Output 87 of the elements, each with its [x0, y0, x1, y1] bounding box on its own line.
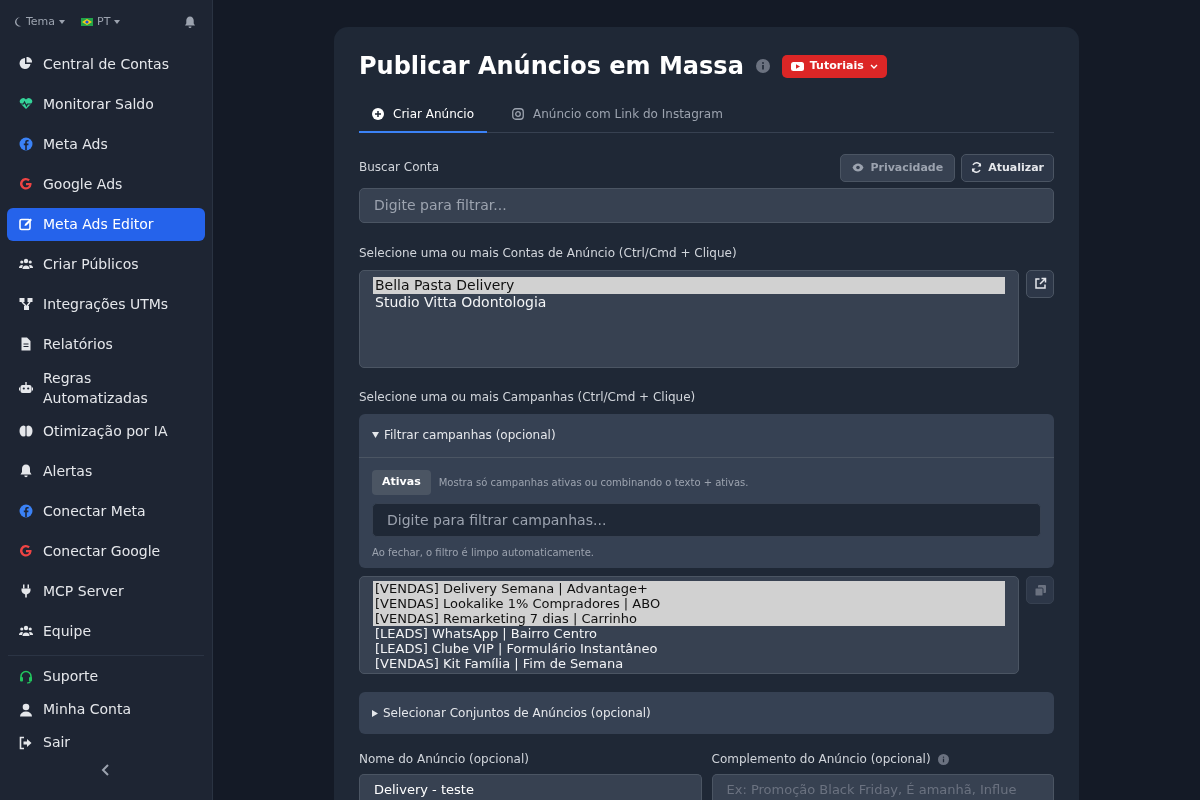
- copy-icon: [1033, 583, 1047, 597]
- user-icon: [19, 702, 33, 717]
- list-option[interactable]: Studio Vitta Odontologia: [373, 293, 1005, 311]
- tutorials-button[interactable]: Tutoriais: [781, 54, 887, 78]
- sidebar-item[interactable]: Sair: [7, 726, 205, 759]
- copy-button[interactable]: [1026, 576, 1054, 605]
- privacy-button[interactable]: Privacidade: [840, 153, 956, 182]
- active-filter-button[interactable]: Ativas: [372, 469, 431, 495]
- field-label: Buscar Conta: [359, 158, 440, 176]
- caret-icon: [59, 20, 66, 24]
- field-label: Selecione uma ou mais Campanhas (Ctrl/Cmd + Clique): [359, 388, 697, 406]
- theme-dropdown[interactable]: Tema: [14, 13, 66, 31]
- language-dropdown[interactable]: PT: [81, 13, 121, 31]
- chevron-down-icon: [869, 63, 878, 69]
- instagram-icon: [512, 108, 525, 120]
- field-label: Nome do Anúncio (opcional): [359, 751, 530, 768]
- edit-icon: [19, 217, 33, 231]
- hint-text: Ao fechar, o filtro é limpo automaticamente.: [372, 545, 595, 560]
- sidebar-item[interactable]: Minha Conta: [7, 693, 205, 726]
- sidebar-item[interactable]: Alertas: [7, 454, 205, 488]
- sidebar-item[interactable]: Relatórios: [7, 327, 205, 361]
- brazil-flag-icon: [81, 18, 94, 26]
- campaign-filter-field[interactable]: Digite para filtrar campanhas...: [372, 502, 1041, 537]
- triangle-down-icon: [372, 432, 379, 439]
- list-option[interactable]: [VENDAS] Lookalike 1% Compradores | ABO: [373, 596, 1005, 612]
- field-label: Selecione uma ou mais Contas de Anúncio (Ctrl/Cmd + Clique): [359, 244, 738, 262]
- sidebar-item[interactable]: Regras Automatizadas: [7, 367, 205, 408]
- sidebar-item[interactable]: MCP Server: [7, 574, 205, 608]
- list-option[interactable]: [LEADS] Clube VIP | Formulário Instantâneo: [373, 641, 1005, 657]
- triangle-right-icon: [372, 709, 378, 717]
- adsets-panel[interactable]: Selecionar Conjuntos de Anúncios (opcional): [359, 692, 1054, 734]
- facebook-icon: [19, 504, 33, 518]
- info-icon[interactable]: [755, 59, 770, 73]
- info-icon[interactable]: [937, 753, 949, 765]
- sidebar-item[interactable]: Meta Ads: [7, 127, 205, 161]
- pie-chart-icon: [19, 57, 33, 71]
- list-option[interactable]: [VENDAS] Delivery Semana | Advantage+: [373, 581, 1005, 597]
- field-label: Complemento do Anúncio (opcional): [711, 751, 931, 768]
- headset-icon: [19, 669, 33, 684]
- filter-panel-header[interactable]: Filtrar campanhas (opcional): [359, 413, 1054, 457]
- plus-circle-icon: [372, 108, 384, 120]
- sidebar-item[interactable]: Suporte: [7, 660, 205, 693]
- users-icon: [19, 257, 33, 271]
- video-play-icon: [790, 61, 804, 71]
- list-option[interactable]: [VENDAS] Kit Família | Fim de Semana: [373, 656, 1005, 672]
- notification-bell-icon[interactable]: [184, 15, 196, 29]
- sidebar-item[interactable]: Monitorar Saldo: [7, 87, 205, 121]
- tab[interactable]: Anúncio com Link do Instagram: [499, 97, 736, 133]
- caret-icon: [114, 20, 121, 24]
- sidebar-item[interactable]: Otimização por IA: [7, 414, 205, 448]
- google-g-icon: [19, 177, 33, 191]
- refresh-button[interactable]: Atualizar: [961, 153, 1054, 182]
- sidebar-item[interactable]: Integrações UTMs: [7, 287, 205, 321]
- sidebar-item[interactable]: Criar Públicos: [7, 247, 205, 281]
- page-title: Publicar Anúncios em Massa: [359, 51, 744, 82]
- account-search-field[interactable]: Digite para filtrar...: [359, 187, 1054, 223]
- google-g-icon: [19, 544, 33, 558]
- sidebar-item[interactable]: Google Ads: [7, 167, 205, 201]
- eye-icon: [852, 163, 865, 173]
- users-icon: [19, 624, 33, 638]
- sidebar-item[interactable]: Conectar Meta: [7, 494, 205, 528]
- network-icon: [19, 297, 33, 311]
- facebook-icon: [19, 137, 33, 151]
- brain-icon: [19, 424, 33, 438]
- ad-name-field[interactable]: Delivery - teste: [359, 774, 702, 800]
- robot-icon: [19, 380, 33, 395]
- account-listbox[interactable]: Bella Pasta Delivery Studio Vitta Odontologia: [359, 269, 1019, 368]
- open-external-button[interactable]: [1026, 269, 1054, 298]
- external-link-icon: [1033, 277, 1047, 291]
- sidebar-item[interactable]: Conectar Google: [7, 534, 205, 568]
- list-option[interactable]: [VENDAS] Remarketing 7 dias | Carrinho: [373, 611, 1005, 627]
- moon-icon: [14, 17, 22, 27]
- sidebar-item[interactable]: Meta Ads Editor: [7, 207, 205, 241]
- list-option[interactable]: Bella Pasta Delivery: [373, 276, 1005, 294]
- campaign-listbox[interactable]: [359, 576, 1019, 675]
- bell-icon: [19, 464, 33, 478]
- sidebar-item[interactable]: Equipe: [7, 614, 205, 648]
- sidebar-item[interactable]: Central de Contas: [7, 47, 205, 81]
- heartbeat-icon: [19, 97, 33, 111]
- collapse-sidebar-button[interactable]: [101, 763, 111, 777]
- list-option[interactable]: [LEADS] WhatsApp | Bairro Centro: [373, 626, 1005, 642]
- document-icon: [19, 337, 33, 351]
- logout-icon: [19, 735, 33, 750]
- refresh-icon: [971, 162, 983, 174]
- hint-text: Mostra só campanhas ativas ou combinando o texto + ativas.: [438, 475, 749, 490]
- plug-icon: [19, 584, 33, 598]
- tab[interactable]: Criar Anúncio: [359, 97, 488, 133]
